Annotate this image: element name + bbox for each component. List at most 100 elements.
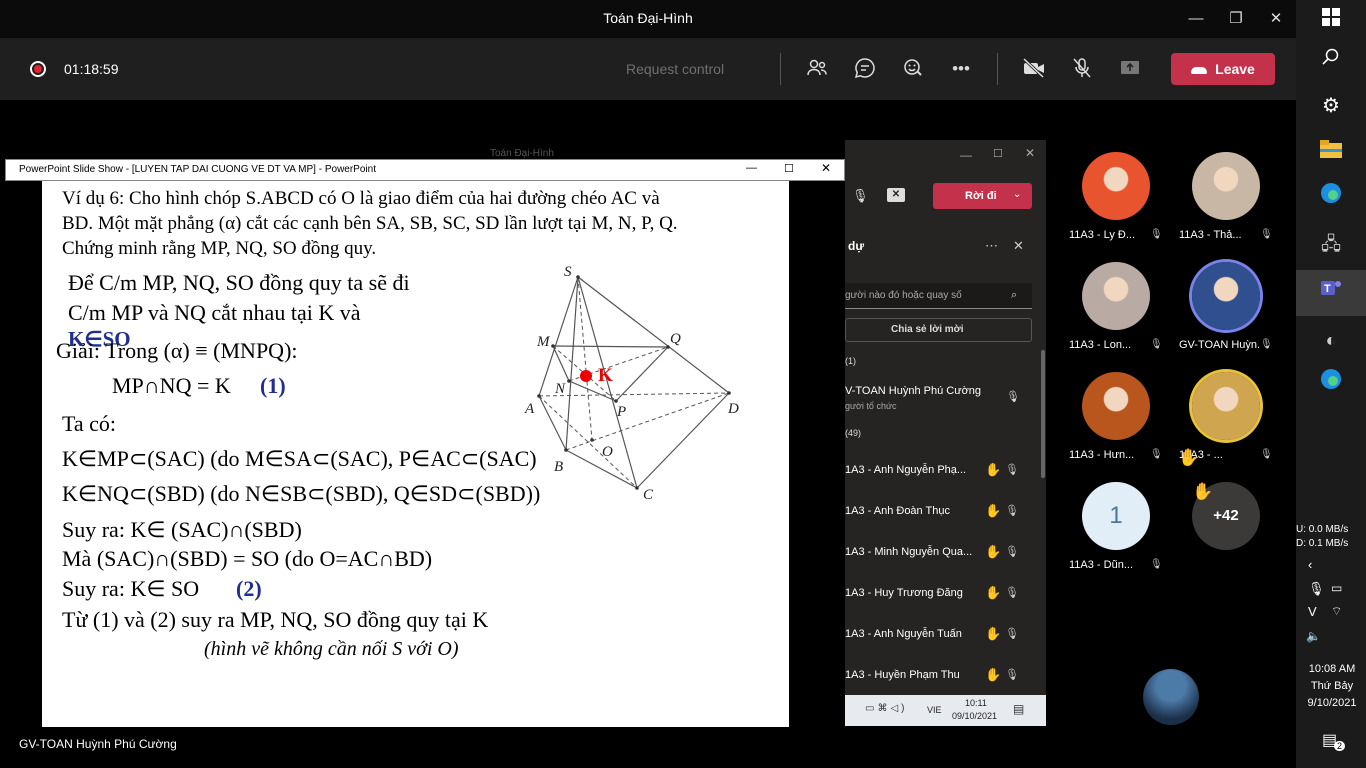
participant-avatar[interactable] bbox=[1082, 152, 1150, 220]
tray-wifi-icon[interactable]: ⌔ bbox=[1331, 604, 1342, 619]
inner-share-stop-icon: ✕ bbox=[887, 188, 905, 202]
tray-volume-icon[interactable]: 🔈 bbox=[1306, 629, 1321, 643]
search-icon[interactable] bbox=[1311, 42, 1351, 78]
share-screen-icon[interactable] bbox=[1117, 56, 1143, 82]
inner-member-name: 1A3 - Anh Đoàn Thục bbox=[845, 505, 950, 517]
self-view-avatar[interactable] bbox=[1143, 669, 1199, 725]
participant-name: 11A3 - Lon... bbox=[1069, 339, 1132, 351]
mic-muted-icon: 🎙 bbox=[1150, 559, 1163, 570]
participant-avatar[interactable] bbox=[1192, 262, 1260, 330]
leave-label: Leave bbox=[1215, 61, 1255, 77]
inner-section-attendees: (49) bbox=[845, 428, 862, 438]
tray-vpn-icon[interactable]: V bbox=[1308, 604, 1317, 619]
mic-off-icon[interactable] bbox=[1069, 56, 1095, 82]
minimize-button[interactable]: — bbox=[1180, 6, 1212, 32]
clock-date[interactable]: 9/10/2021 bbox=[1305, 697, 1359, 709]
tray-status-icons: ▭⌘◁) bbox=[865, 703, 908, 714]
slide-step-4: Mà (SAC)∩(SBD) = SO (do O=AC∩BD) bbox=[62, 546, 433, 571]
inner-member-name: 1A3 - Anh Nguyễn Phạ... bbox=[845, 464, 967, 476]
inner-windows-tray: VIE 10:11 09/10/2021 ▤ ▭⌘◁) bbox=[845, 695, 1046, 726]
slide-problem-line-1: Ví dụ 6: Cho hình chóp S.ABCD có O là gi… bbox=[62, 188, 660, 209]
mic-muted-icon: 🎙 bbox=[1005, 464, 1019, 476]
shared-teams-window: — ☐ ✕ 🎙 ✕ Rời đi ⌄ dự ⋯ ✕ gười nào đó ho… bbox=[845, 140, 1046, 726]
raised-hand-icon: ✋ bbox=[985, 544, 1002, 559]
inner-scrollbar bbox=[1041, 350, 1045, 478]
ppt-restore-icon: ☐ bbox=[784, 163, 794, 175]
slide-solution-heading: Giải: Trong (α) ≡ (MNPQ): bbox=[56, 338, 298, 363]
windows-start-icon[interactable] bbox=[1311, 2, 1351, 38]
mic-muted-icon: 🎙 bbox=[1150, 339, 1163, 350]
label-n: N bbox=[554, 381, 566, 397]
participant-avatar[interactable] bbox=[1082, 262, 1150, 330]
mic-muted-icon: 🎙 bbox=[1005, 546, 1019, 558]
recording-icon bbox=[30, 61, 46, 77]
participant-name: 11A3 - Ly Đ... bbox=[1069, 229, 1136, 241]
file-explorer-icon[interactable] bbox=[1311, 134, 1351, 170]
window-titlebar: Toán Đại-Hình — ❐ ✕ bbox=[0, 0, 1296, 38]
presenter-name: GV-TOAN Huỳnh Phú Cường bbox=[19, 737, 177, 751]
slide-hint-line-2: C/m MP và NQ cắt nhau tại K và bbox=[68, 300, 361, 325]
inner-member-row: 1A3 - Huy Trương Đăng ✋ 🎙 bbox=[845, 585, 1035, 605]
slide-conclusion: Từ (1) và (2) suy ra MP, NQ, SO đồng quy… bbox=[62, 607, 489, 632]
more-options-icon[interactable]: ••• bbox=[948, 56, 974, 82]
people-icon[interactable] bbox=[804, 56, 830, 82]
slide-step-5: Suy ra: K∈ SO bbox=[62, 576, 200, 601]
inner-close-icon: ✕ bbox=[1025, 146, 1036, 160]
clock-day[interactable]: Thứ Bảy bbox=[1305, 680, 1359, 692]
slide-eq1-tag: (1) bbox=[260, 373, 286, 398]
restore-button[interactable]: ❐ bbox=[1220, 6, 1252, 32]
mic-muted-icon: 🎙 bbox=[1150, 229, 1163, 240]
participant-avatar[interactable]: 1 bbox=[1082, 482, 1150, 550]
network-app-icon[interactable]: 🖧 bbox=[1311, 226, 1351, 262]
inner-search-icon: ⌕ bbox=[1011, 289, 1018, 301]
participant-name: 11A3 - Dũn... bbox=[1069, 559, 1133, 571]
edge-dev-icon[interactable] bbox=[1311, 366, 1351, 402]
inner-host-mic-icon: 🎙 bbox=[1006, 391, 1020, 403]
net-download-speed: D: 0.1 MB/s bbox=[1296, 538, 1349, 549]
slide-taco: Ta có: bbox=[62, 411, 117, 436]
clock-time[interactable]: 10:08 AM bbox=[1305, 663, 1359, 675]
tray-network-icon[interactable]: ▭ bbox=[1331, 581, 1342, 595]
inner-panel-title: dự bbox=[848, 239, 865, 253]
tray-notification-icon: ▤ bbox=[1013, 702, 1025, 716]
participant-avatar[interactable] bbox=[1082, 372, 1150, 440]
powerpoint-titlebar: PowerPoint Slide Show - [LUYEN TAP DAI C… bbox=[5, 159, 845, 181]
participant-avatar[interactable] bbox=[1192, 372, 1260, 440]
edge-browser-icon[interactable] bbox=[1311, 180, 1351, 216]
disc-app-icon[interactable]: ◐ bbox=[1311, 322, 1351, 358]
slide-hint-line-1: Để C/m MP, NQ, SO đồng quy ta sẽ đi bbox=[68, 270, 410, 295]
slide-note: (hình vẽ không cần nối S với O) bbox=[204, 638, 459, 660]
chat-icon[interactable] bbox=[852, 56, 878, 82]
close-button[interactable]: ✕ bbox=[1260, 6, 1292, 32]
svg-text:T: T bbox=[1324, 283, 1331, 295]
point-k-marker bbox=[580, 370, 592, 382]
raised-hand-icon: ✋ bbox=[985, 585, 1002, 600]
background-window-title: Toán Đại-Hình bbox=[490, 148, 554, 159]
participant-avatar[interactable] bbox=[1192, 152, 1260, 220]
leave-button[interactable]: Leave bbox=[1171, 53, 1275, 85]
settings-gear-icon[interactable]: ⚙ bbox=[1311, 88, 1351, 124]
participant-name: 11A3 - Hưn... bbox=[1069, 449, 1135, 461]
mic-muted-icon: 🎙 bbox=[1150, 449, 1163, 460]
reactions-icon[interactable] bbox=[900, 56, 926, 82]
camera-off-icon[interactable] bbox=[1021, 56, 1047, 82]
label-b: B bbox=[554, 459, 563, 475]
inner-member-name: 1A3 - Huy Trương Đăng bbox=[845, 587, 963, 599]
tray-mic-icon[interactable]: 🎙 bbox=[1308, 581, 1325, 597]
tray-chevron-icon[interactable]: ‹ bbox=[1308, 557, 1312, 572]
teams-icon[interactable]: T bbox=[1311, 275, 1351, 311]
raised-hand-icon: ✋ bbox=[985, 462, 1002, 477]
inner-restore-icon: ☐ bbox=[993, 148, 1003, 160]
ppt-close-icon: ✕ bbox=[821, 161, 832, 175]
presentation-slide: Ví dụ 6: Cho hình chóp S.ABCD có O là gi… bbox=[42, 181, 789, 727]
label-o: O bbox=[602, 444, 613, 460]
raised-hand-icon: ✋ bbox=[985, 626, 1002, 641]
slide-eq1: MP∩NQ = K bbox=[112, 373, 231, 398]
label-p: P bbox=[616, 404, 626, 420]
tray-lang: VIE bbox=[927, 705, 942, 715]
raised-hand-icon: ✋ bbox=[985, 667, 1002, 682]
meeting-timer: 01:18:59 bbox=[64, 61, 119, 77]
powerpoint-title: PowerPoint Slide Show - [LUYEN TAP DAI C… bbox=[19, 164, 376, 175]
request-control-button[interactable]: Request control bbox=[626, 61, 724, 77]
label-c: C bbox=[643, 487, 654, 503]
